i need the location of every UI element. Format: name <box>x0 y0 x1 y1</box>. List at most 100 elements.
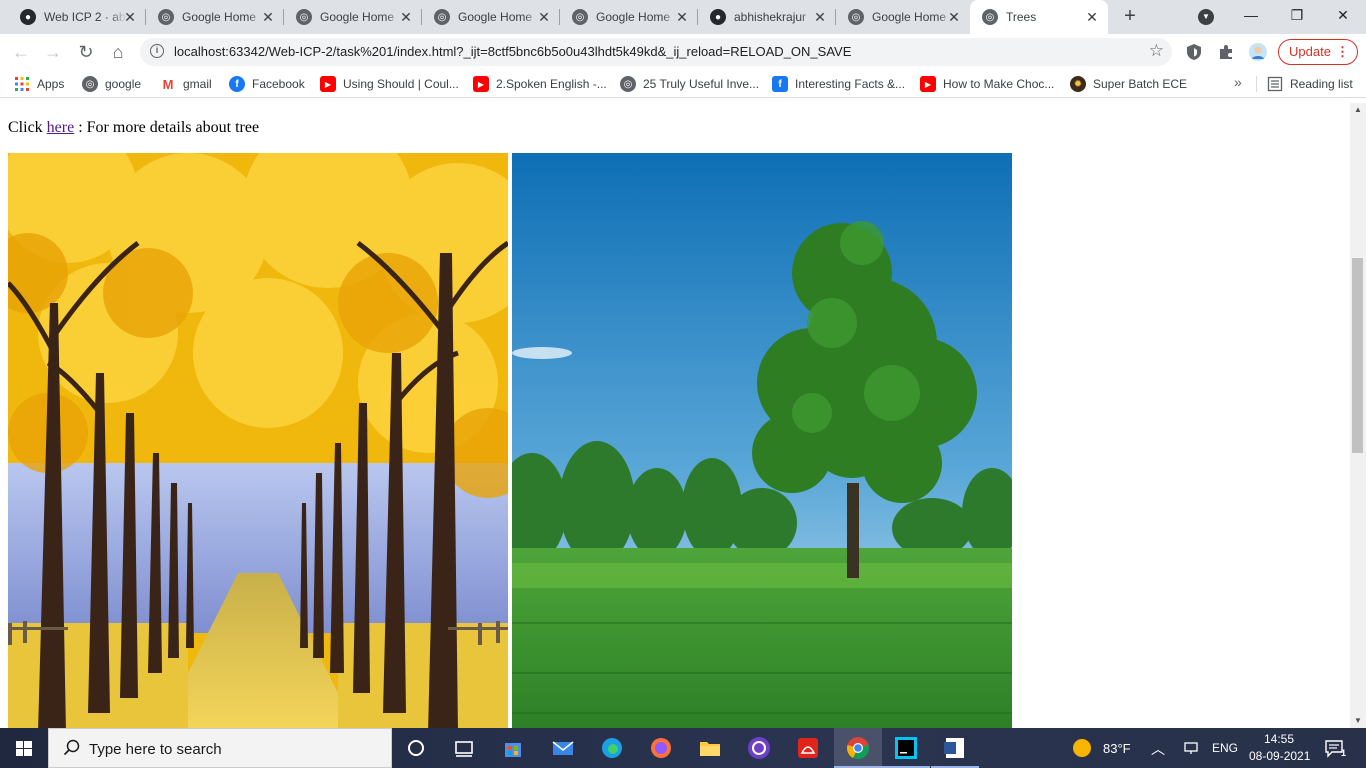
browser-tab[interactable]: ◎ Google Home ✕ <box>836 0 970 34</box>
facebook-square-icon: f <box>772 76 788 92</box>
facebook-icon: f <box>229 76 245 92</box>
globe-icon: ◎ <box>434 9 450 25</box>
language-indicator[interactable]: ENG <box>1212 741 1238 755</box>
clock-date[interactable]: 08-09-2021 <box>1249 749 1310 763</box>
profile-avatar[interactable] <box>1249 43 1267 61</box>
restore-button[interactable]: ❐ <box>1274 0 1320 32</box>
network-icon[interactable] <box>1183 740 1199 756</box>
notification-count-badge: 1 <box>1341 748 1347 758</box>
bookmark-star-icon[interactable]: ☆ <box>1149 41 1164 61</box>
bookmarks-bar: Apps ◎ google M gmail f Facebook ▶ Using… <box>0 70 1366 98</box>
windows-taskbar: Type here to search 83°F ︿ ENG 14:55 08-… <box>0 728 1366 768</box>
close-tab-icon[interactable]: ✕ <box>260 9 276 25</box>
bookmark-youtube-1[interactable]: ▶ Using Should | Coul... <box>320 75 459 93</box>
bookmark-useful-inventions[interactable]: ◎ 25 Truly Useful Inve... <box>620 75 759 93</box>
scrollbar-thumb[interactable] <box>1352 258 1363 453</box>
show-hidden-icons-chevron-icon[interactable]: ︿ <box>1151 739 1165 759</box>
update-button[interactable]: Update ⋮ <box>1278 39 1358 65</box>
bookmark-google[interactable]: ◎ google <box>82 75 141 93</box>
microsoft-store-icon[interactable] <box>501 736 525 760</box>
webstorm-icon[interactable] <box>894 736 918 760</box>
green-tree-meadow-image <box>512 153 1012 728</box>
menu-dots-icon: ⋮ <box>1336 44 1349 59</box>
mail-icon[interactable] <box>551 736 575 760</box>
address-bar[interactable]: i localhost:63342/Web-ICP-2/task%201/ind… <box>140 38 1172 66</box>
acrobat-reader-icon[interactable] <box>796 736 820 760</box>
globe-icon: ◎ <box>848 9 864 25</box>
reload-icon[interactable]: ↻ <box>74 40 98 64</box>
back-arrow-icon[interactable]: ← <box>9 40 33 64</box>
browser-tab[interactable]: ◎ Google Home ✕ <box>284 0 422 34</box>
cortana-icon[interactable] <box>404 736 428 760</box>
edge-browser-icon[interactable] <box>600 736 624 760</box>
page-scrollbar[interactable]: ▲ ▼ <box>1350 103 1366 728</box>
globe-icon: ◎ <box>158 9 174 25</box>
browser-tab[interactable]: ◎ Google Home ✕ <box>146 0 284 34</box>
clock-time[interactable]: 14:55 <box>1264 732 1294 746</box>
site-info-icon[interactable]: i <box>150 44 164 58</box>
close-tab-icon[interactable]: ✕ <box>1084 9 1100 25</box>
puzzle-extensions-icon[interactable] <box>1217 43 1235 61</box>
chrome-icon[interactable] <box>846 736 870 760</box>
reading-list-button[interactable]: Reading list <box>1267 75 1353 93</box>
github-desktop-icon[interactable] <box>747 736 771 760</box>
globe-icon: ◎ <box>82 76 98 92</box>
minimize-button[interactable]: — <box>1228 0 1274 32</box>
firefox-icon[interactable] <box>649 736 673 760</box>
youtube-icon: ▶ <box>920 76 936 92</box>
taskbar-search-box[interactable]: Type here to search <box>48 728 392 768</box>
page-viewport: Click here : For more details about tree <box>0 103 1350 728</box>
weather-sun-icon[interactable] <box>1072 738 1092 758</box>
close-tab-icon[interactable]: ✕ <box>122 9 138 25</box>
home-icon[interactable]: ⌂ <box>106 40 130 64</box>
apps-grid-icon <box>15 77 29 91</box>
close-window-button[interactable]: ✕ <box>1320 0 1366 32</box>
url-text[interactable]: localhost:63342/Web-ICP-2/task%201/index… <box>174 44 851 59</box>
browser-tab[interactable]: ◎ Google Home ✕ <box>560 0 698 34</box>
globe-icon: ◎ <box>982 9 998 25</box>
globe-icon: ◎ <box>572 9 588 25</box>
forward-arrow-icon[interactable]: → <box>41 40 65 64</box>
tab-strip: ● Web ICP 2 · ab ✕ ◎ Google Home ✕ ◎ Goo… <box>0 0 1366 34</box>
browser-toolbar: ← → ↻ ⌂ i localhost:63342/Web-ICP-2/task… <box>0 34 1366 70</box>
youtube-icon: ▶ <box>320 76 336 92</box>
browser-tab[interactable]: ● abhishekrajur ✕ <box>698 0 836 34</box>
close-tab-icon[interactable]: ✕ <box>674 9 690 25</box>
batch-icon: ✹ <box>1070 76 1086 92</box>
bookmark-youtube-2[interactable]: ▶ 2.Spoken English -... <box>473 75 607 93</box>
gmail-icon: M <box>162 76 174 92</box>
new-tab-button[interactable]: + <box>1118 5 1142 29</box>
github-icon: ● <box>20 9 36 25</box>
bookmark-youtube-3[interactable]: ▶ How to Make Choc... <box>920 75 1054 93</box>
search-icon <box>63 739 80 756</box>
bookmark-interesting-facts[interactable]: f Interesting Facts &... <box>772 75 905 93</box>
details-link[interactable]: here <box>47 119 75 136</box>
bookmark-gmail[interactable]: M gmail <box>160 75 212 93</box>
task-view-icon[interactable] <box>452 736 476 760</box>
github-icon: ● <box>710 9 726 25</box>
bookmark-super-batch[interactable]: ✹ Super Batch ECE <box>1070 75 1187 93</box>
browser-tab-active[interactable]: ◎ Trees ✕ <box>970 0 1108 34</box>
intro-text: Click here : For more details about tree <box>8 119 260 136</box>
youtube-icon: ▶ <box>473 76 489 92</box>
more-bookmarks-chevron-icon[interactable]: » <box>1234 74 1242 90</box>
browser-tab[interactable]: ◎ Google Home ✕ <box>422 0 560 34</box>
scroll-up-arrow-icon[interactable]: ▲ <box>1354 105 1362 114</box>
close-tab-icon[interactable]: ✕ <box>946 9 962 25</box>
autumn-tree-avenue-image <box>8 153 508 728</box>
start-button[interactable] <box>0 728 48 768</box>
word-icon[interactable] <box>943 736 967 760</box>
scroll-down-arrow-icon[interactable]: ▼ <box>1354 716 1362 725</box>
shield-extension-icon[interactable] <box>1185 43 1203 61</box>
windows-logo-icon <box>16 741 32 756</box>
close-tab-icon[interactable]: ✕ <box>812 9 828 25</box>
weather-temperature[interactable]: 83°F <box>1103 741 1131 756</box>
bookmark-apps[interactable]: Apps <box>14 75 64 93</box>
bookmark-facebook[interactable]: f Facebook <box>229 75 305 93</box>
tab-search-icon[interactable]: ▼ <box>1198 9 1214 25</box>
browser-tab[interactable]: ● Web ICP 2 · ab ✕ <box>8 0 146 34</box>
file-explorer-icon[interactable] <box>698 736 722 760</box>
close-tab-icon[interactable]: ✕ <box>398 9 414 25</box>
globe-icon: ◎ <box>296 9 312 25</box>
close-tab-icon[interactable]: ✕ <box>536 9 552 25</box>
